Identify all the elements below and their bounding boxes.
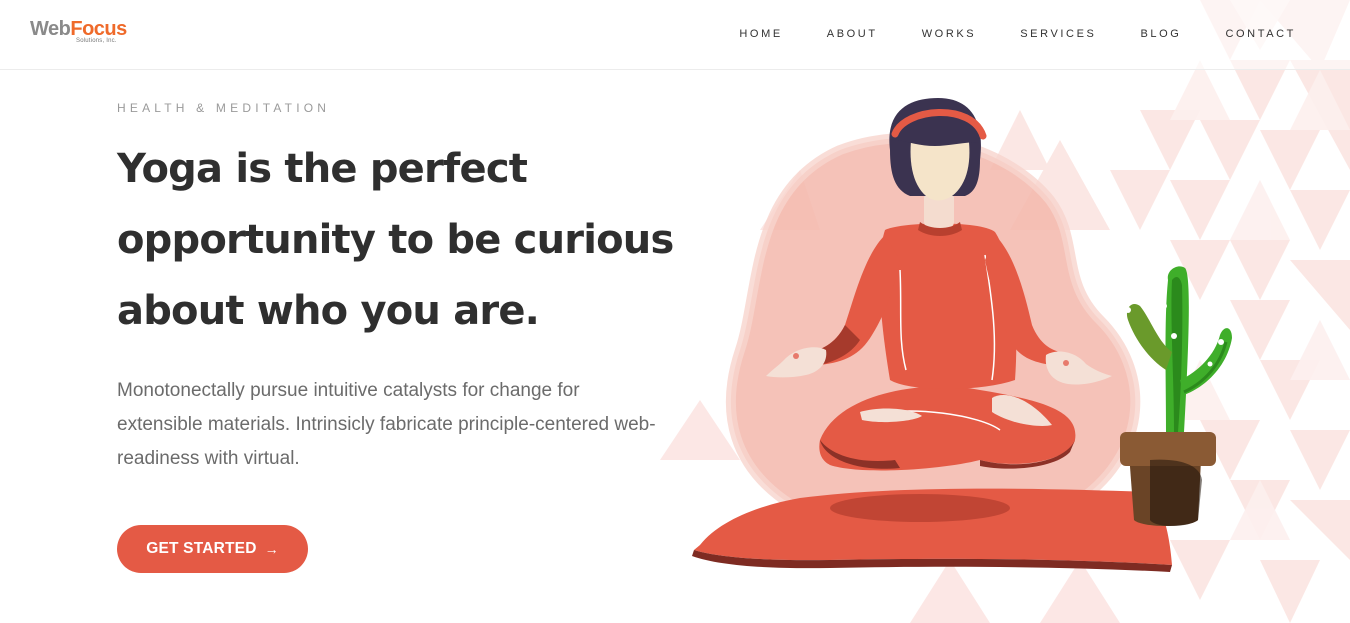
arrow-right-icon: →	[264, 541, 279, 557]
meditation-illustration	[692, 98, 1232, 572]
logo-focus-text: Focus	[70, 18, 127, 40]
hero-description: Monotonectally pursue intuitive catalyst…	[117, 380, 656, 469]
get-started-button[interactable]: GET STARTED →	[117, 525, 308, 573]
main-navigation: HOME ABOUT WORKS SERVICES BLOG CONTACT	[739, 27, 1296, 41]
site-header: WebFocus Solutions, Inc. HOME ABOUT WORK…	[0, 0, 1350, 70]
nav-item-works[interactable]: WORKS	[922, 27, 977, 41]
hero-eyebrow: HEALTH & MEDITATION	[117, 101, 331, 115]
hero-headline: Yoga is the perfect opportunity to be cu…	[117, 146, 674, 334]
brand-logo[interactable]: WebFocus Solutions, Inc.	[30, 16, 130, 50]
nav-item-home[interactable]: HOME	[739, 27, 782, 41]
logo-web-text: Web	[30, 18, 71, 40]
nav-item-contact[interactable]: CONTACT	[1225, 27, 1296, 41]
logo-subtitle: Solutions, Inc.	[76, 38, 117, 44]
nav-item-services[interactable]: SERVICES	[1020, 27, 1096, 41]
yoga-mat	[692, 488, 1172, 572]
nav-item-blog[interactable]: BLOG	[1140, 27, 1181, 41]
get-started-label: GET STARTED	[146, 540, 257, 557]
nav-item-about[interactable]: ABOUT	[827, 27, 878, 41]
